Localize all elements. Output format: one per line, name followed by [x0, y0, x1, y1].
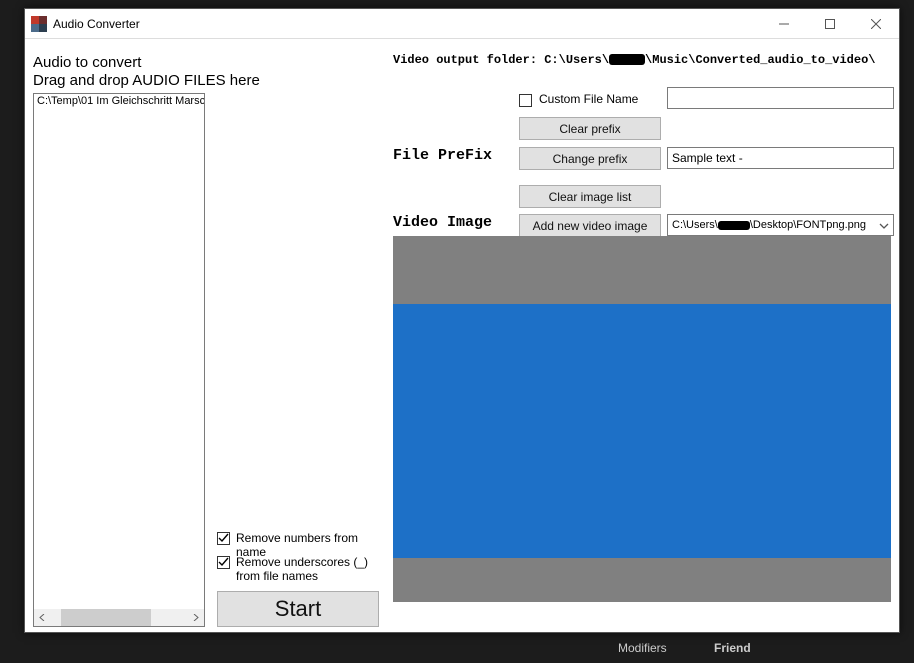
remove-underscores-row[interactable]: Remove underscores (_) from file names: [217, 555, 387, 583]
video-image-label: Video Image: [393, 214, 492, 231]
minimize-button[interactable]: [761, 9, 807, 39]
clear-prefix-button[interactable]: Clear prefix: [519, 117, 661, 140]
custom-filename-label: Custom File Name: [539, 92, 638, 106]
custom-filename-checkbox[interactable]: [519, 94, 532, 107]
titlebar[interactable]: Audio Converter: [25, 9, 899, 39]
chevron-down-icon[interactable]: [879, 220, 889, 234]
change-prefix-button[interactable]: Change prefix: [519, 147, 661, 170]
add-video-image-button[interactable]: Add new video image: [519, 214, 661, 237]
custom-filename-input[interactable]: [667, 87, 894, 109]
video-image-combobox[interactable]: C:\Users\\Desktop\FONTpng.png: [667, 214, 894, 236]
maximize-button[interactable]: [807, 9, 853, 39]
audio-to-convert-label: Audio to convert: [33, 54, 141, 71]
start-button[interactable]: Start: [217, 591, 379, 627]
output-path-label: Video output folder: C:\Users\\Music\Con…: [393, 53, 875, 67]
redacted-username: [609, 54, 645, 65]
app-icon: [31, 16, 47, 32]
audio-file-list[interactable]: C:\Temp\01 Im Gleichschritt Marsch: [33, 93, 205, 627]
scroll-left-button[interactable]: [34, 609, 51, 626]
remove-underscores-checkbox[interactable]: [217, 556, 230, 569]
close-button[interactable]: [853, 9, 899, 39]
scroll-thumb[interactable]: [61, 609, 151, 626]
remove-underscores-label: Remove underscores (_) from file names: [236, 555, 387, 583]
window-title: Audio Converter: [53, 17, 140, 31]
list-item[interactable]: C:\Temp\01 Im Gleichschritt Marsch: [34, 94, 204, 108]
bg-friend-label: Friend: [714, 641, 751, 655]
drag-drop-label: Drag and drop AUDIO FILES here: [33, 72, 260, 89]
image-preview: [393, 236, 891, 602]
scroll-right-button[interactable]: [187, 609, 204, 626]
clear-image-list-button[interactable]: Clear image list: [519, 185, 661, 208]
image-preview-content: [393, 304, 891, 558]
client-area: Audio to convert Drag and drop AUDIO FIL…: [25, 39, 899, 632]
prefix-input[interactable]: [667, 147, 894, 169]
app-window: Audio Converter Audio to convert Drag an…: [24, 8, 900, 633]
redacted-username-2: [718, 221, 750, 230]
horizontal-scrollbar[interactable]: [34, 609, 204, 626]
remove-numbers-checkbox[interactable]: [217, 532, 230, 545]
bg-modifiers-label: Modifiers: [618, 641, 667, 655]
file-prefix-label: File PreFix: [393, 147, 492, 164]
scroll-track[interactable]: [51, 609, 187, 626]
